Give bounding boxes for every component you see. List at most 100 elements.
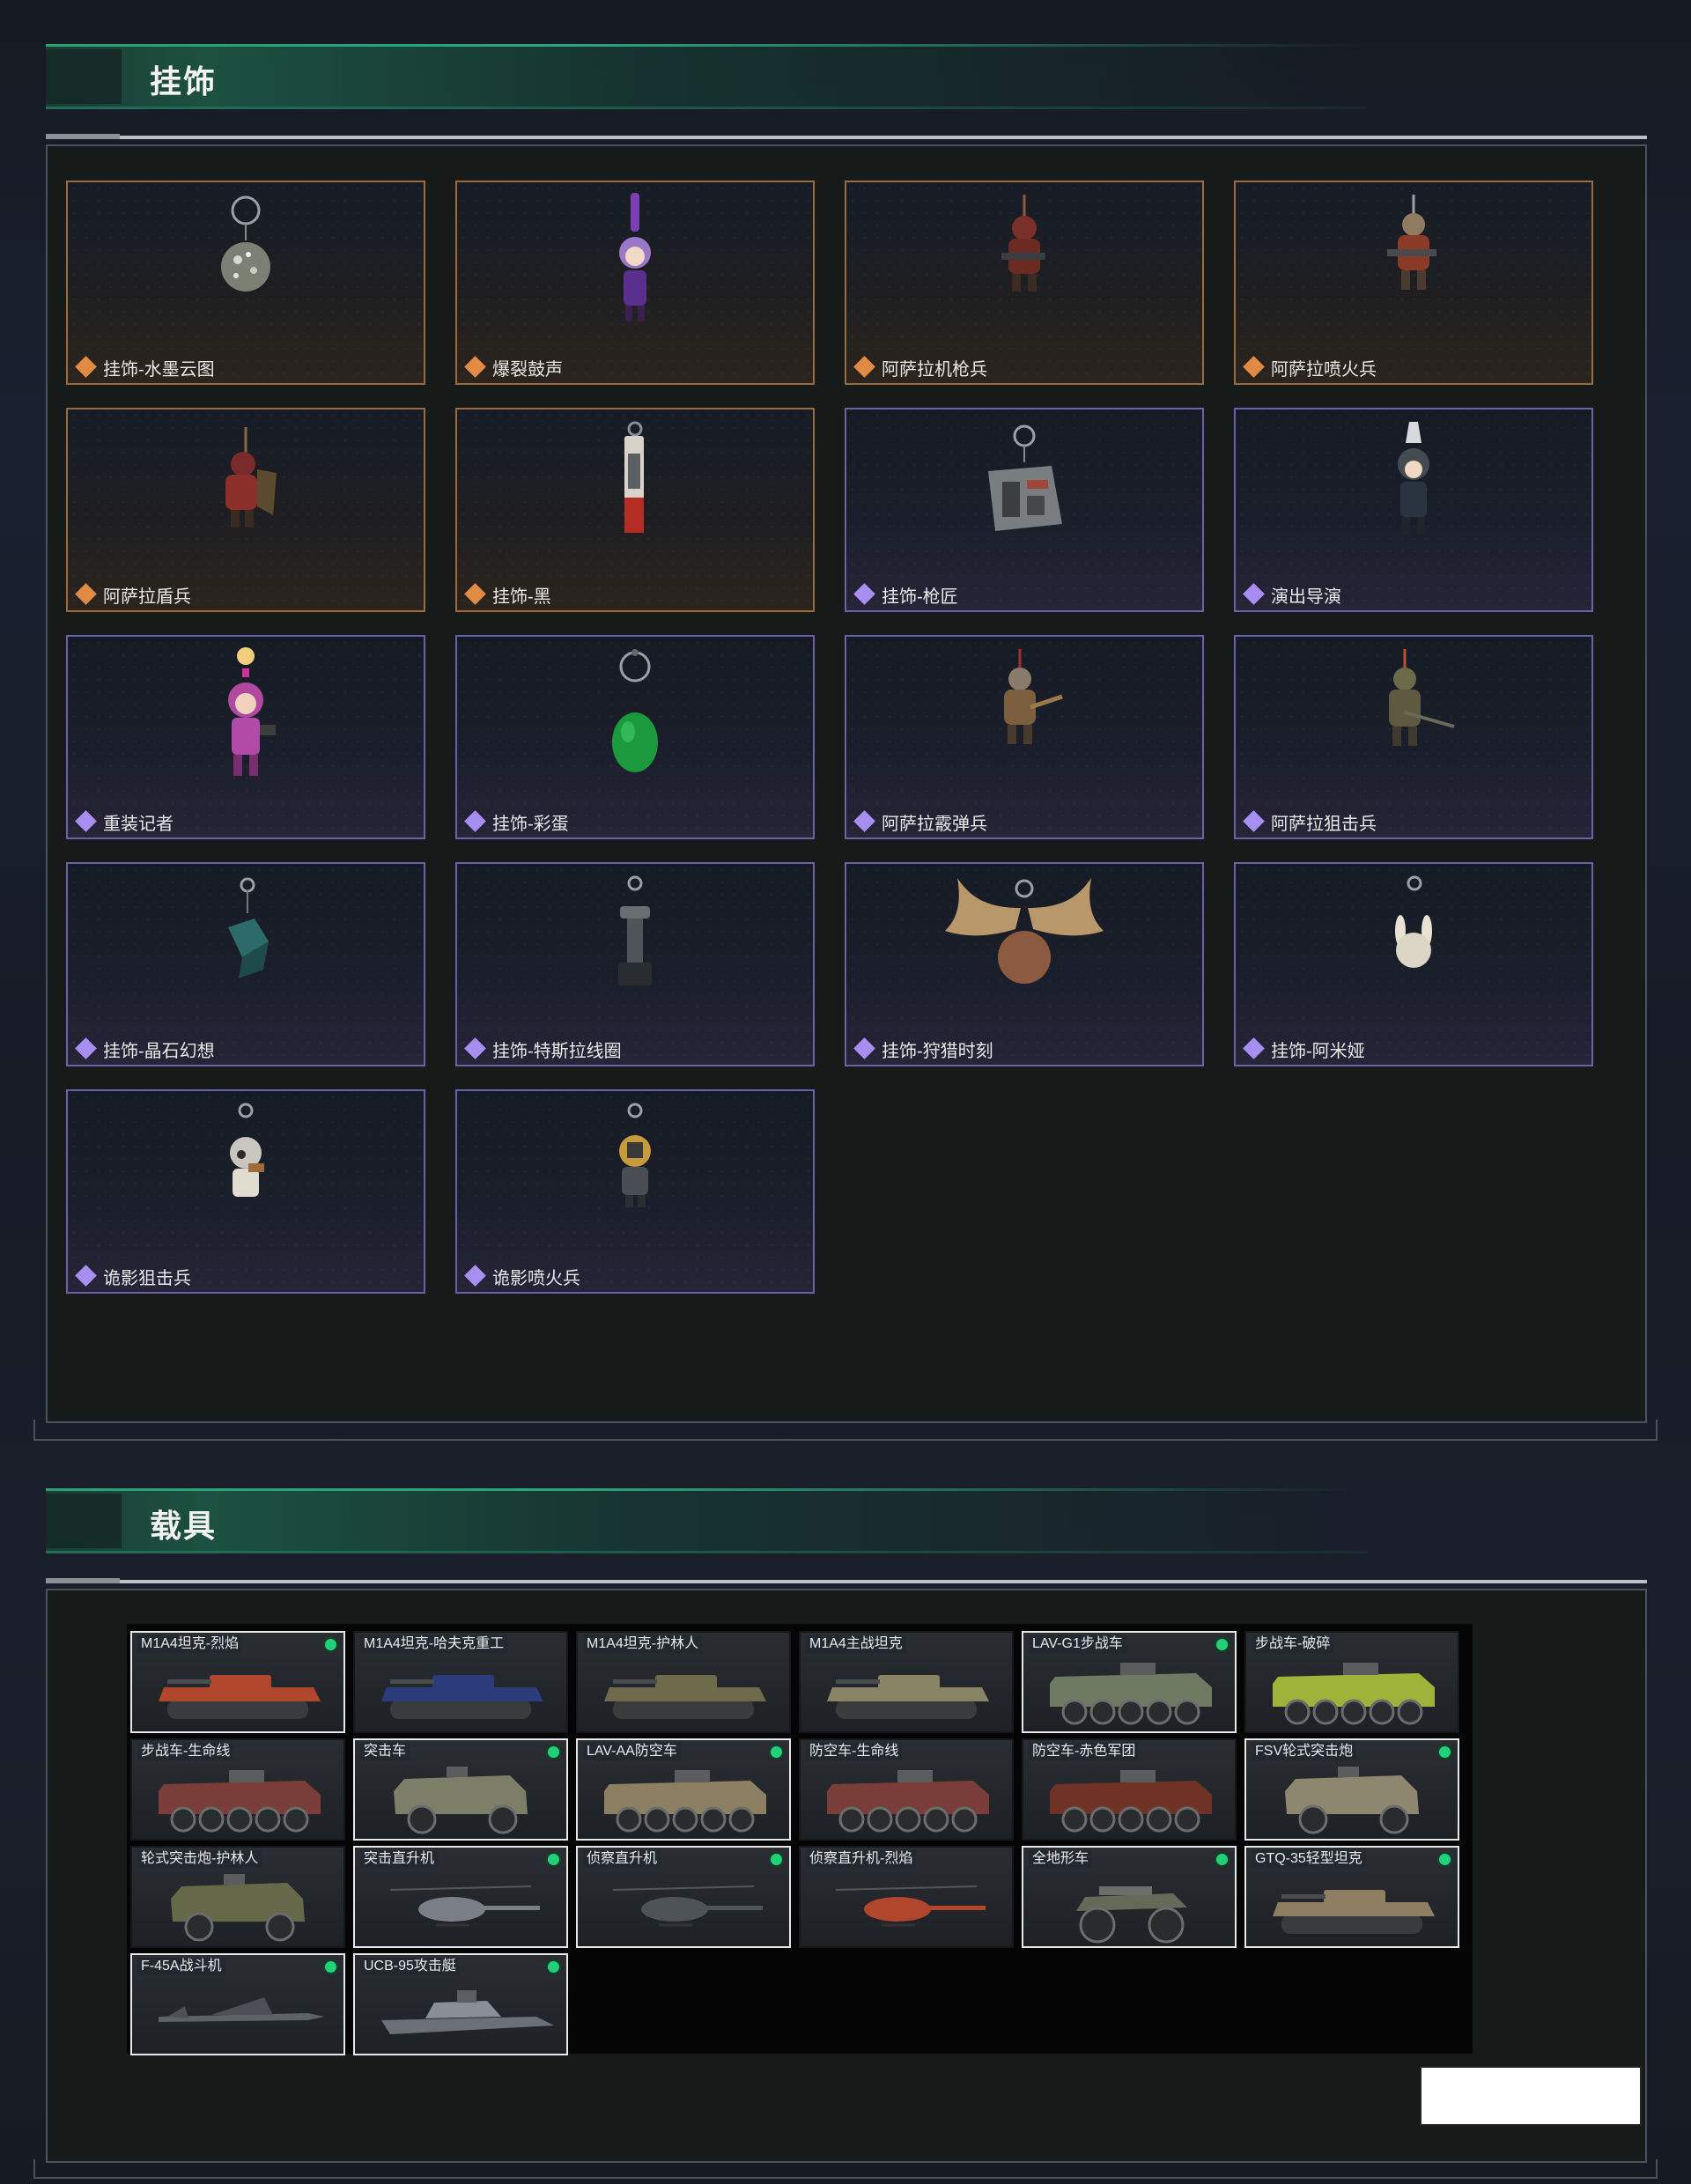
flamethrower-figure-charm-icon: [1378, 191, 1449, 310]
charm-card[interactable]: 重装记者: [66, 635, 425, 839]
charm-card[interactable]: 挂饰-特斯拉线圈: [455, 862, 815, 1066]
charm-label-row: 重装记者: [75, 809, 174, 834]
rarity-diamond-icon: [853, 356, 875, 378]
rarity-diamond-icon: [464, 1037, 486, 1059]
charm-label-row: 阿萨拉盾兵: [75, 582, 191, 607]
vehicle-name: UCB-95攻击艇: [360, 1958, 460, 1975]
rarity-diamond-icon: [853, 583, 875, 605]
charms-panel-divider: [46, 134, 1647, 139]
charm-card[interactable]: 阿萨拉霰弹兵: [845, 635, 1204, 839]
charm-label: 挂饰-阿米娅: [1271, 1041, 1365, 1061]
charm-label-row: 挂饰-枪匠: [853, 582, 958, 607]
header-notch: [46, 1494, 122, 1548]
charm-card[interactable]: 诡影狙击兵: [66, 1089, 425, 1294]
vehicle-card[interactable]: 侦察直升机: [576, 1846, 791, 1948]
rarity-diamond-icon: [75, 1037, 97, 1059]
vehicle-card[interactable]: 全地形车: [1022, 1846, 1237, 1948]
charm-label-row: 阿萨拉机枪兵: [853, 355, 987, 380]
vehicle-card[interactable]: M1A4坦克-烈焰: [130, 1631, 345, 1733]
charm-card[interactable]: 爆裂鼓声: [455, 181, 815, 385]
vehicle-card[interactable]: 步战车-生命线: [130, 1738, 345, 1841]
charm-card[interactable]: 阿萨拉机枪兵: [845, 181, 1204, 385]
vehicle-name: 步战车-破碎: [1252, 1635, 1334, 1653]
disco-ball-charm-icon: [206, 191, 285, 301]
vehicle-name: 突击直升机: [360, 1850, 439, 1868]
charm-card[interactable]: 阿萨拉盾兵: [66, 408, 425, 612]
rarity-diamond-icon: [853, 810, 875, 832]
charm-card[interactable]: 挂饰-狩猎时刻: [845, 862, 1204, 1066]
vehicle-card[interactable]: M1A4坦克-护林人: [576, 1631, 791, 1733]
gunner-figure-charm-icon: [989, 191, 1060, 310]
vehicle-card[interactable]: 轮式突击炮-护林人: [130, 1846, 345, 1948]
vehicle-card[interactable]: UCB-95攻击艇: [353, 1953, 568, 2055]
rarity-diamond-icon: [1243, 583, 1265, 605]
charm-label-row: 阿萨拉霰弹兵: [853, 809, 987, 834]
vehicle-card[interactable]: 突击车: [353, 1738, 568, 1841]
vehicles-section-title: 载具: [150, 1508, 218, 1544]
charm-label-row: 爆裂鼓声: [464, 355, 563, 380]
charm-card[interactable]: 阿萨拉狙击兵: [1234, 635, 1593, 839]
ghost-sniper-charm-icon: [215, 1100, 277, 1219]
charm-label: 阿萨拉盾兵: [103, 587, 191, 607]
blank-white-box: [1420, 2066, 1642, 2126]
vehicle-card[interactable]: 侦察直升机-烈焰: [799, 1846, 1014, 1948]
owned-indicator-icon: [771, 1746, 782, 1758]
rarity-diamond-icon: [464, 583, 486, 605]
charm-card[interactable]: 诡影喷火兵: [455, 1089, 815, 1294]
charm-label: 挂饰-黑: [492, 587, 551, 607]
charm-label-row: 挂饰-黑: [464, 582, 551, 607]
owned-indicator-icon: [325, 1639, 336, 1650]
vehicle-card[interactable]: 步战车-破碎: [1244, 1631, 1459, 1733]
charm-card[interactable]: 挂饰-彩蛋: [455, 635, 815, 839]
vehicle-card[interactable]: 防空车-赤色军团: [1022, 1738, 1237, 1841]
owned-indicator-icon: [548, 1961, 559, 1973]
vehicle-card[interactable]: M1A4坦克-哈夫克重工: [353, 1631, 568, 1733]
owned-indicator-icon: [1439, 1854, 1451, 1865]
vehicle-name: M1A4坦克-护林人: [583, 1635, 703, 1653]
rarity-diamond-icon: [853, 1037, 875, 1059]
vehicle-card[interactable]: FSV轮式突击炮: [1244, 1738, 1459, 1841]
charm-card[interactable]: 挂饰-水墨云图: [66, 181, 425, 385]
vehicle-card[interactable]: LAV-AA防空车: [576, 1738, 791, 1841]
tesla-coil-charm-icon: [604, 873, 666, 1000]
vehicles-panel-divider: [46, 1578, 1647, 1583]
charm-label: 挂饰-水墨云图: [103, 359, 215, 380]
charms-header-bar: [46, 44, 1367, 109]
charms-section-header: 挂饰: [46, 44, 1649, 109]
charm-label: 挂饰-特斯拉线圈: [492, 1041, 622, 1061]
vehicles-panel-frame: [33, 2159, 1658, 2179]
charm-card[interactable]: 挂饰-黑: [455, 408, 815, 612]
charm-card[interactable]: 挂饰-枪匠: [845, 408, 1204, 612]
owned-indicator-icon: [1439, 1746, 1451, 1758]
charm-label-row: 挂饰-阿米娅: [1243, 1037, 1365, 1061]
rarity-diamond-icon: [75, 356, 97, 378]
green-egg-charm-icon: [600, 646, 670, 782]
shotgunner-figure-charm-icon: [985, 646, 1064, 764]
vehicle-card[interactable]: GTQ-35轻型坦克: [1244, 1846, 1459, 1948]
charm-label: 挂饰-晶石幻想: [103, 1041, 215, 1061]
vehicle-card[interactable]: 突击直升机: [353, 1846, 568, 1948]
charm-card[interactable]: 挂饰-阿米娅: [1234, 862, 1593, 1066]
rarity-diamond-icon: [75, 583, 97, 605]
charm-label-row: 挂饰-晶石幻想: [75, 1037, 215, 1061]
charm-label-row: 挂饰-狩猎时刻: [853, 1037, 993, 1061]
black-magazine-charm-icon: [609, 418, 661, 546]
vehicle-card[interactable]: M1A4主战坦克: [799, 1631, 1014, 1733]
vehicle-card[interactable]: LAV-G1步战车: [1022, 1631, 1237, 1733]
gunsmith-case-charm-icon: [976, 418, 1073, 546]
charm-card[interactable]: 阿萨拉喷火兵: [1234, 181, 1593, 385]
charm-label: 阿萨拉喷火兵: [1271, 359, 1377, 380]
owned-indicator-icon: [325, 1961, 336, 1973]
rarity-diamond-icon: [75, 810, 97, 832]
vehicle-card[interactable]: F-45A战斗机: [130, 1953, 345, 2055]
vehicle-card[interactable]: 防空车-生命线: [799, 1738, 1014, 1841]
shield-figure-charm-icon: [206, 418, 285, 546]
owned-indicator-icon: [1216, 1854, 1228, 1865]
rarity-diamond-icon: [1243, 1037, 1265, 1059]
charm-card[interactable]: 演出导演: [1234, 408, 1593, 612]
drummer-figure-charm-icon: [604, 191, 666, 336]
vehicle-name: 轮式突击炮-护林人: [137, 1850, 262, 1868]
vehicle-name: 突击车: [360, 1743, 410, 1760]
charm-card[interactable]: 挂饰-晶石幻想: [66, 862, 425, 1066]
amiya-bunny-charm-icon: [1374, 873, 1453, 983]
